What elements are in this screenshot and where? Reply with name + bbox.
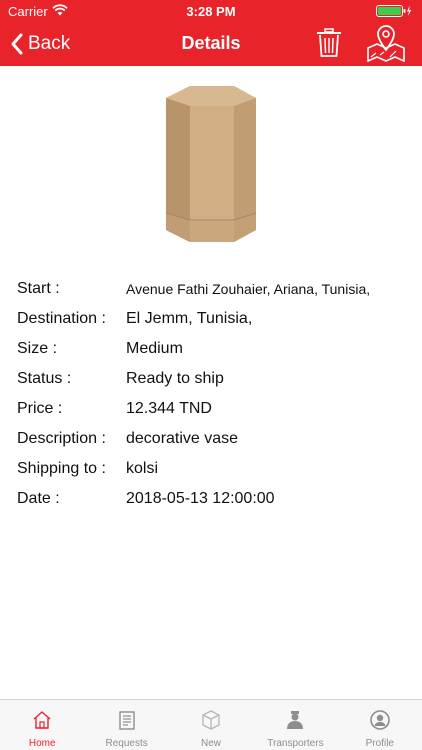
detail-label: Size : bbox=[17, 340, 58, 357]
app-header: Carrier 3:28 PM Back Details bbox=[0, 0, 422, 66]
tab-label: Transporters bbox=[267, 738, 324, 749]
tab-requests[interactable]: Requests bbox=[84, 700, 168, 750]
detail-label: Date : bbox=[17, 490, 60, 507]
status-time: 3:28 PM bbox=[186, 4, 236, 19]
detail-row-description: Description : decorative vase bbox=[17, 424, 417, 454]
tab-new[interactable]: New bbox=[169, 700, 253, 750]
detail-value: 12.344 TND bbox=[126, 400, 212, 417]
map-pin-icon bbox=[367, 25, 405, 63]
detail-label: Price : bbox=[17, 400, 63, 417]
tab-label: Home bbox=[28, 738, 56, 749]
battery-icon bbox=[376, 5, 412, 20]
detail-label: Shipping to : bbox=[17, 460, 106, 477]
navigation-bar: Back Details bbox=[0, 22, 422, 66]
document-icon bbox=[118, 711, 135, 730]
detail-label: Description : bbox=[17, 430, 106, 447]
detail-label: Destination : bbox=[17, 310, 106, 327]
detail-row-destination: Destination : El Jemm, Tunisia, bbox=[17, 304, 417, 334]
tab-label: New bbox=[201, 738, 222, 749]
tab-transporters[interactable]: Transporters bbox=[253, 700, 337, 750]
detail-value: kolsi bbox=[126, 460, 159, 477]
tab-home[interactable]: Home bbox=[0, 700, 84, 750]
detail-row-status: Status : Ready to ship bbox=[17, 364, 417, 394]
detail-value: Ready to ship bbox=[126, 370, 224, 387]
detail-row-shipping-to: Shipping to : kolsi bbox=[17, 454, 417, 484]
detail-value: 2018-05-13 12:00:00 bbox=[126, 490, 275, 507]
delete-button[interactable] bbox=[316, 28, 342, 58]
map-location-button[interactable] bbox=[366, 24, 406, 63]
detail-value: Medium bbox=[126, 340, 183, 357]
detail-value: Avenue Fathi Zouhaier, Ariana, Tunisia, bbox=[126, 281, 371, 297]
tab-bar: Home Requests New Transporters Profile bbox=[0, 699, 422, 750]
product-image bbox=[122, 80, 300, 248]
profile-icon bbox=[370, 710, 390, 730]
box-icon bbox=[202, 710, 220, 730]
detail-row-date: Date : 2018-05-13 12:00:00 bbox=[17, 484, 417, 514]
chevron-left-icon bbox=[11, 33, 23, 55]
back-label: Back bbox=[28, 33, 71, 54]
detail-row-start: Start : Avenue Fathi Zouhaier, Ariana, T… bbox=[17, 274, 417, 304]
home-icon bbox=[33, 711, 51, 729]
status-bar: Carrier 3:28 PM bbox=[0, 0, 422, 22]
detail-label: Start : bbox=[17, 280, 60, 297]
tab-label: Profile bbox=[365, 738, 394, 749]
transporter-icon bbox=[287, 711, 304, 729]
tab-profile[interactable]: Profile bbox=[338, 700, 422, 750]
detail-value: decorative vase bbox=[126, 430, 239, 447]
detail-label: Status : bbox=[17, 370, 72, 387]
tab-label: Requests bbox=[105, 738, 148, 749]
detail-row-size: Size : Medium bbox=[17, 334, 417, 364]
trash-icon bbox=[317, 28, 341, 57]
detail-row-price: Price : 12.344 TND bbox=[17, 394, 417, 424]
back-button[interactable]: Back bbox=[10, 30, 70, 58]
detail-value: El Jemm, Tunisia, bbox=[126, 310, 253, 327]
shipment-details: Start : Avenue Fathi Zouhaier, Ariana, T… bbox=[17, 274, 417, 514]
